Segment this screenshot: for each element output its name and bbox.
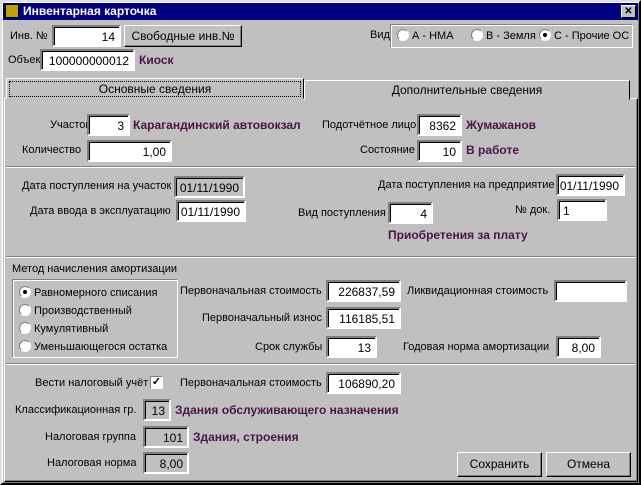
qty-label: Количество xyxy=(22,144,82,156)
tab-main[interactable]: Основные сведения xyxy=(6,78,304,99)
amort-method-group: Равномерного списания Производственный К… xyxy=(12,279,178,358)
radio-icon xyxy=(19,340,31,352)
window-title: Инвентарная карточка xyxy=(23,4,157,18)
rate-input[interactable]: 8,00 xyxy=(556,336,601,358)
person-label: Подотчётное лицо xyxy=(322,119,417,131)
init-cost-input[interactable]: 226837,59 xyxy=(326,280,401,302)
radio-selected-icon xyxy=(539,29,551,41)
uchastok-name: Карагандинский автовокзал xyxy=(133,118,301,132)
liq-cost-label: Ликвидационная стоимость xyxy=(407,285,549,297)
method-cumulative[interactable]: Кумулятивный xyxy=(19,322,108,335)
radio-icon xyxy=(397,29,409,41)
vid-group: А - НМА В - Земля С - Прочие ОС xyxy=(390,24,633,48)
norm-label: Налоговая норма xyxy=(47,457,137,469)
class-label: Классификационная гр. xyxy=(15,404,137,416)
method-uniform[interactable]: Равномерного списания xyxy=(19,286,157,299)
liq-cost-input[interactable] xyxy=(554,280,627,302)
init-wear-input[interactable]: 116185,51 xyxy=(326,307,401,329)
inv-input[interactable]: 14 xyxy=(52,25,121,47)
app-icon xyxy=(5,4,19,18)
state-label: Состояние xyxy=(360,144,415,156)
tax-keep-checkbox[interactable]: ✓ xyxy=(150,376,163,389)
class-name: Здания обслуживающего назначения xyxy=(175,403,399,417)
tax-keep-label: Вести налоговый учёт xyxy=(35,377,149,389)
method-declining[interactable]: Уменьшающегося остатка xyxy=(19,340,167,353)
receipt-input[interactable]: 4 xyxy=(388,202,433,224)
method-production[interactable]: Производственный xyxy=(19,304,132,317)
tax-init-cost-label: Первоначальная стоимость xyxy=(180,377,322,389)
vid-option-a[interactable]: А - НМА xyxy=(397,29,454,42)
free-inv-button[interactable]: Свободные инв.№ xyxy=(124,25,242,47)
object-name: Киоск xyxy=(139,53,174,67)
radio-selected-icon xyxy=(19,286,31,298)
life-label: Срок службы xyxy=(255,341,323,353)
uchastok-input[interactable]: 3 xyxy=(87,114,130,136)
radio-icon xyxy=(19,304,31,316)
date-site-label: Дата поступления на участок xyxy=(22,180,172,192)
group-field: 101 xyxy=(143,426,189,448)
date-site-field: 01/11/1990 xyxy=(174,176,245,198)
radio-icon xyxy=(19,322,31,334)
state-name: В работе xyxy=(466,143,519,157)
cancel-button[interactable]: Отмена xyxy=(546,452,631,477)
group-name: Здания, строения xyxy=(193,430,299,444)
divider xyxy=(6,363,635,365)
vid-option-c[interactable]: С - Прочие ОС xyxy=(539,29,629,42)
doc-input[interactable]: 1 xyxy=(557,199,607,221)
date-ent-label: Дата поступления на предприятие xyxy=(378,179,555,191)
save-button[interactable]: Сохранить xyxy=(457,452,542,477)
close-icon[interactable]: ✕ xyxy=(621,5,636,18)
tax-init-cost-input[interactable]: 106890,20 xyxy=(326,372,401,394)
title-bar: Инвентарная карточка ✕ xyxy=(3,3,638,20)
uchastok-label: Участок xyxy=(50,119,91,131)
class-field: 13 xyxy=(143,399,171,421)
tab-additional[interactable]: Дополнительные сведения xyxy=(304,80,630,100)
divider xyxy=(6,166,635,168)
init-cost-label: Первоначальная стоимость xyxy=(180,285,322,297)
receipt-name: Приобретения за плату xyxy=(388,228,528,242)
vid-option-b[interactable]: В - Земля xyxy=(471,29,536,42)
inv-label: Инв. № xyxy=(10,30,48,42)
date-exp-input[interactable]: 01/11/1990 xyxy=(176,200,246,222)
init-wear-label: Первоначальный износ xyxy=(202,312,322,324)
amort-title: Метод начисления амортизации xyxy=(12,263,178,275)
norm-field: 8,00 xyxy=(143,452,189,474)
date-exp-label: Дата ввода в эксплуатацию xyxy=(30,205,171,217)
date-ent-input[interactable]: 01/11/1990 xyxy=(556,174,625,196)
group-label: Налоговая группа xyxy=(45,431,136,443)
state-input[interactable]: 10 xyxy=(417,140,462,162)
object-input[interactable]: 100000000012 xyxy=(40,49,135,71)
person-input[interactable]: 8362 xyxy=(417,114,462,136)
rate-label: Годовая норма амортизации xyxy=(403,341,550,353)
vid-label: Вид xyxy=(370,29,390,41)
divider xyxy=(6,256,635,258)
receipt-label: Вид поступления xyxy=(298,207,386,219)
person-name: Жумажанов xyxy=(466,118,537,132)
radio-icon xyxy=(471,29,483,41)
life-input[interactable]: 13 xyxy=(326,336,377,358)
doc-label: № док. xyxy=(515,204,551,216)
qty-input[interactable]: 1,00 xyxy=(87,140,172,162)
